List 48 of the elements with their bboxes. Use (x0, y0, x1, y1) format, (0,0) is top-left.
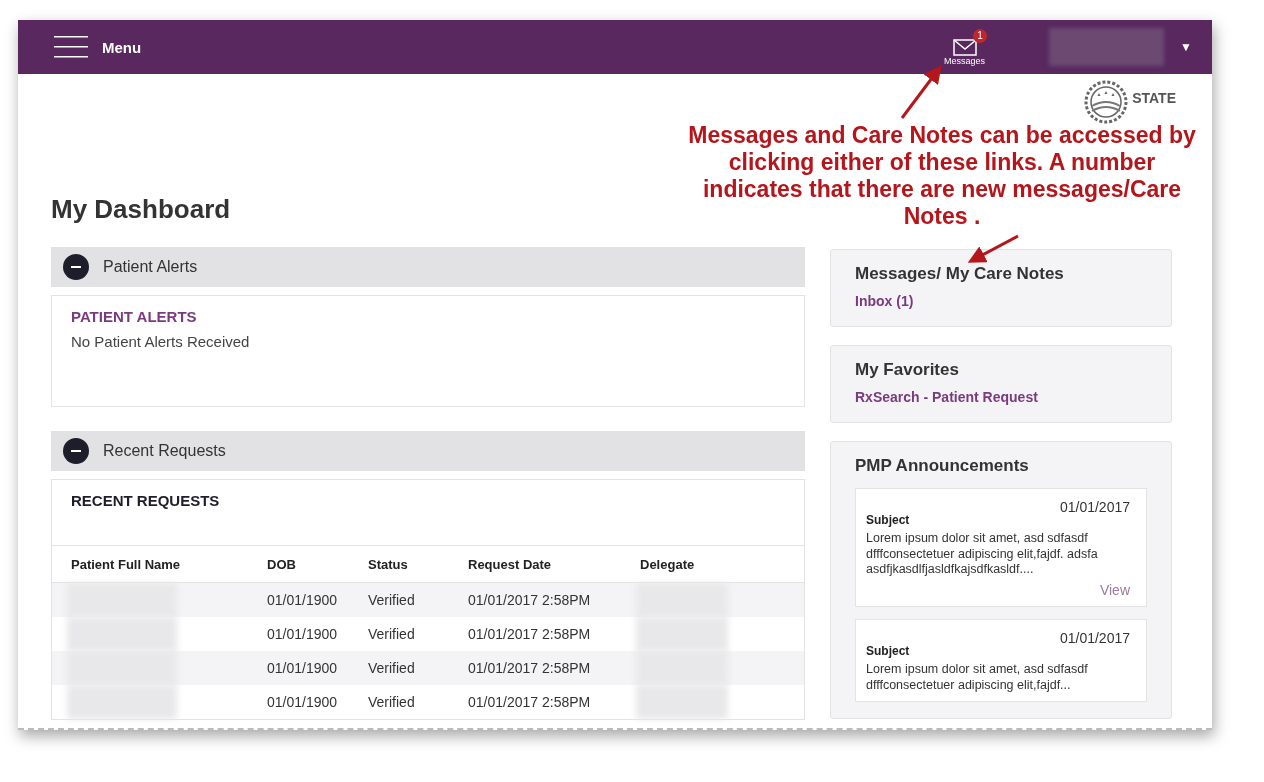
table-cell-text: 01/01/1900 (267, 694, 339, 710)
panel-heading: PATIENT ALERTS (70, 307, 198, 327)
column-header: DOB (267, 556, 297, 572)
seal-logo-icon (1084, 80, 1129, 124)
annotation-text: Messages and Care Notes can be accessed by clicking either of these links. A number indicates that there are new messages/Care Notes . (687, 122, 1197, 230)
table-cell-text: 01/01/1900 (267, 626, 339, 642)
column-header: Delegate (640, 556, 696, 572)
card-title: My Favorites (855, 360, 960, 380)
inbox-link[interactable]: Inbox (1) (855, 293, 914, 309)
menu-icon (54, 36, 88, 58)
empty-message: No Patient Alerts Received (70, 333, 251, 350)
table-cell-text: 01/01/1900 (267, 592, 339, 608)
column-header: Status (368, 556, 409, 572)
annotation-arrow (967, 234, 1019, 263)
column-header: Request Date (468, 556, 553, 572)
card-title: PMP Announcements (855, 456, 1030, 476)
table-cell-text: Verified (368, 660, 416, 676)
announcement-date: 01/01/2017 (1059, 499, 1130, 515)
logo-text: STATE (1132, 90, 1176, 106)
unread-badge: 1 (973, 28, 988, 43)
favorite-link[interactable]: RxSearch - Patient Request (855, 389, 1038, 405)
view-link[interactable]: View (1099, 581, 1130, 598)
table-cell-text: 01/01/2017 2:58PM (468, 694, 592, 710)
announcement-text: Lorem ipsum dolor sit amet, asd sdfasdf dfffconsectetuer adipiscing elit,fajdf... (866, 661, 1089, 694)
dropdown-caret[interactable]: ▼ (1180, 40, 1192, 54)
table-cell-text: 01/01/2017 2:58PM (468, 592, 592, 608)
announcement-subject: Subject (866, 643, 911, 658)
card-title: Messages/ My Care Notes (855, 264, 1065, 284)
page-title: My Dashboard (51, 194, 231, 225)
table-cell-text: 01/01/1900 (267, 660, 339, 676)
collapse-button[interactable] (63, 438, 89, 464)
table-cell-text: Verified (368, 626, 416, 642)
section-title: Patient Alerts (103, 258, 198, 276)
column-header: Patient Full Name (71, 556, 182, 572)
table-cell-text: 01/01/2017 2:58PM (468, 660, 592, 676)
messages-button[interactable]: Messages 1 (938, 28, 992, 66)
table-cell-text: Verified (368, 592, 416, 608)
section-title: Recent Requests (103, 442, 226, 460)
menu-button[interactable]: Menu (54, 36, 142, 58)
collapse-button[interactable] (63, 254, 89, 280)
announcement-date: 01/01/2017 (1059, 629, 1130, 646)
table-cell-text: 01/01/2017 2:58PM (468, 626, 592, 642)
envelope-icon (952, 38, 977, 56)
panel-heading: RECENT REQUESTS (70, 491, 221, 511)
annotation-arrow (900, 65, 942, 119)
table-cell-text: Verified (368, 694, 416, 710)
announcement-subject: Subject (866, 513, 911, 527)
announcement-text: Lorem ipsum dolor sit amet, asd sdfasdf dfffconsectetuer adipiscing elit,fajdf. adsfa asdfjkasdlfjasldfkajsdfkasldf.... (866, 531, 1099, 578)
